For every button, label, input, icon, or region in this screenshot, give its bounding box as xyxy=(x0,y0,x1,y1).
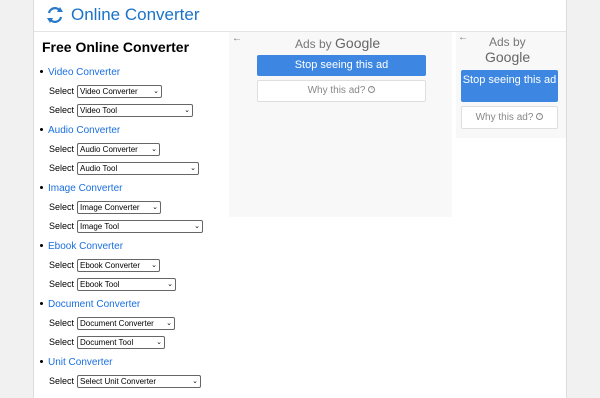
site-header: Online Converter xyxy=(34,0,566,32)
google-logo-text: Google xyxy=(485,49,531,65)
chevron-down-icon: ⌄ xyxy=(151,262,157,269)
video-converter-link[interactable]: Video Converter xyxy=(48,67,120,78)
select-value: Document Converter xyxy=(80,319,154,328)
document-converter-link[interactable]: Document Converter xyxy=(48,299,140,310)
document-converter-row: Select Document Converter ⌄ xyxy=(49,317,175,330)
category-document: Document Converter xyxy=(40,299,140,310)
select-label: Select xyxy=(49,279,75,289)
ads-by-google-label: Ads by Google xyxy=(295,35,380,51)
stop-seeing-ad-button[interactable]: Stop seeing this ad xyxy=(257,55,426,76)
ebook-converter-link[interactable]: Ebook Converter xyxy=(48,241,123,252)
chevron-down-icon: ⌄ xyxy=(166,320,172,327)
unit-converter-row: Select Select Unit Converter ⌄ xyxy=(49,375,201,388)
back-arrow-icon[interactable]: ← xyxy=(458,32,468,43)
stop-seeing-ad-button[interactable]: Stop seeing this ad xyxy=(461,70,558,102)
audio-converter-select[interactable]: Audio Converter ⌄ xyxy=(77,143,160,156)
image-converter-select[interactable]: Image Converter ⌄ xyxy=(77,201,161,214)
document-converter-select[interactable]: Document Converter ⌄ xyxy=(77,317,175,330)
select-label: Select xyxy=(49,376,75,386)
video-converter-row: Select Video Converter ⌄ xyxy=(49,85,162,98)
select-label: Select xyxy=(49,105,75,115)
select-label: Select xyxy=(49,337,75,347)
ebook-tool-row: Select Ebook Tool ⌄ xyxy=(49,278,176,291)
select-value: Image Converter xyxy=(80,203,140,212)
video-tool-select[interactable]: Video Tool ⌄ xyxy=(77,104,193,117)
bullet-icon xyxy=(40,243,43,247)
category-image: Image Converter xyxy=(40,183,122,194)
ad-panel-large: ← Ads by Google Stop seeing this ad Why … xyxy=(229,32,452,217)
page-container: Online Converter Free Online Converter V… xyxy=(33,0,567,398)
why-this-ad-button[interactable]: Why this ad? i xyxy=(461,106,558,129)
select-label: Select xyxy=(49,221,75,231)
ads-by-text: Ads by xyxy=(489,35,526,49)
select-value: Document Tool xyxy=(80,338,134,347)
info-icon: i xyxy=(368,85,376,93)
site-name-link[interactable]: Online Converter xyxy=(71,5,200,25)
video-tool-row: Select Video Tool ⌄ xyxy=(49,104,193,117)
document-tool-row: Select Document Tool ⌄ xyxy=(49,336,165,349)
audio-tool-row: Select Audio Tool ⌄ xyxy=(49,162,199,175)
ebook-converter-select[interactable]: Ebook Converter ⌄ xyxy=(77,259,160,272)
why-this-ad-label: Why this ad? xyxy=(307,85,366,96)
audio-converter-link[interactable]: Audio Converter xyxy=(48,125,120,136)
select-value: Audio Converter xyxy=(80,145,138,154)
chevron-down-icon: ⌄ xyxy=(184,107,190,114)
select-label: Select xyxy=(49,163,75,173)
category-ebook: Ebook Converter xyxy=(40,241,123,252)
select-value: Video Converter xyxy=(80,87,138,96)
chevron-down-icon: ⌄ xyxy=(152,204,158,211)
info-icon: i xyxy=(536,112,544,120)
select-label: Select xyxy=(49,318,75,328)
google-logo-text: Google xyxy=(335,35,381,51)
document-tool-select[interactable]: Document Tool ⌄ xyxy=(77,336,165,349)
chevron-down-icon: ⌄ xyxy=(151,146,157,153)
unit-converter-select[interactable]: Select Unit Converter ⌄ xyxy=(77,375,201,388)
bullet-icon xyxy=(40,69,43,73)
select-label: Select xyxy=(49,86,75,96)
why-this-ad-button[interactable]: Why this ad? i xyxy=(257,80,426,102)
chevron-down-icon: ⌄ xyxy=(194,223,200,230)
why-this-ad-label: Why this ad? xyxy=(475,112,534,123)
ads-by-text: Ads by xyxy=(295,37,332,51)
select-value: Video Tool xyxy=(80,106,118,115)
bullet-icon xyxy=(40,359,43,363)
select-value: Select Unit Converter xyxy=(80,377,157,386)
sidebar-title: Free Online Converter xyxy=(42,39,190,55)
image-converter-link[interactable]: Image Converter xyxy=(48,183,122,194)
chevron-down-icon: ⌄ xyxy=(156,339,162,346)
image-tool-row: Select Image Tool ⌄ xyxy=(49,220,203,233)
converter-logo-icon[interactable] xyxy=(45,5,65,25)
ad-panel-small: ← Ads by Google Stop seeing this ad Why … xyxy=(456,32,566,138)
bullet-icon xyxy=(40,301,43,305)
select-value: Audio Tool xyxy=(80,164,118,173)
ebook-converter-row: Select Ebook Converter ⌄ xyxy=(49,259,160,272)
select-value: Image Tool xyxy=(80,222,119,231)
chevron-down-icon: ⌄ xyxy=(190,165,196,172)
audio-converter-row: Select Audio Converter ⌄ xyxy=(49,143,160,156)
select-label: Select xyxy=(49,144,75,154)
select-value: Ebook Converter xyxy=(80,261,141,270)
google-logo-wrapper: Google xyxy=(485,49,530,65)
video-converter-select[interactable]: Video Converter ⌄ xyxy=(77,85,162,98)
chevron-down-icon: ⌄ xyxy=(192,378,198,385)
select-label: Select xyxy=(49,260,75,270)
ebook-tool-select[interactable]: Ebook Tool ⌄ xyxy=(77,278,176,291)
back-arrow-icon[interactable]: ← xyxy=(232,33,242,44)
unit-converter-link[interactable]: Unit Converter xyxy=(48,357,112,368)
chevron-down-icon: ⌄ xyxy=(167,281,173,288)
bullet-icon xyxy=(40,127,43,131)
category-audio: Audio Converter xyxy=(40,125,120,136)
audio-tool-select[interactable]: Audio Tool ⌄ xyxy=(77,162,199,175)
image-converter-row: Select Image Converter ⌄ xyxy=(49,201,161,214)
image-tool-select[interactable]: Image Tool ⌄ xyxy=(77,220,203,233)
category-video: Video Converter xyxy=(40,67,120,78)
chevron-down-icon: ⌄ xyxy=(153,88,159,95)
bullet-icon xyxy=(40,185,43,189)
select-label: Select xyxy=(49,202,75,212)
category-unit: Unit Converter xyxy=(40,357,112,368)
select-value: Ebook Tool xyxy=(80,280,120,289)
